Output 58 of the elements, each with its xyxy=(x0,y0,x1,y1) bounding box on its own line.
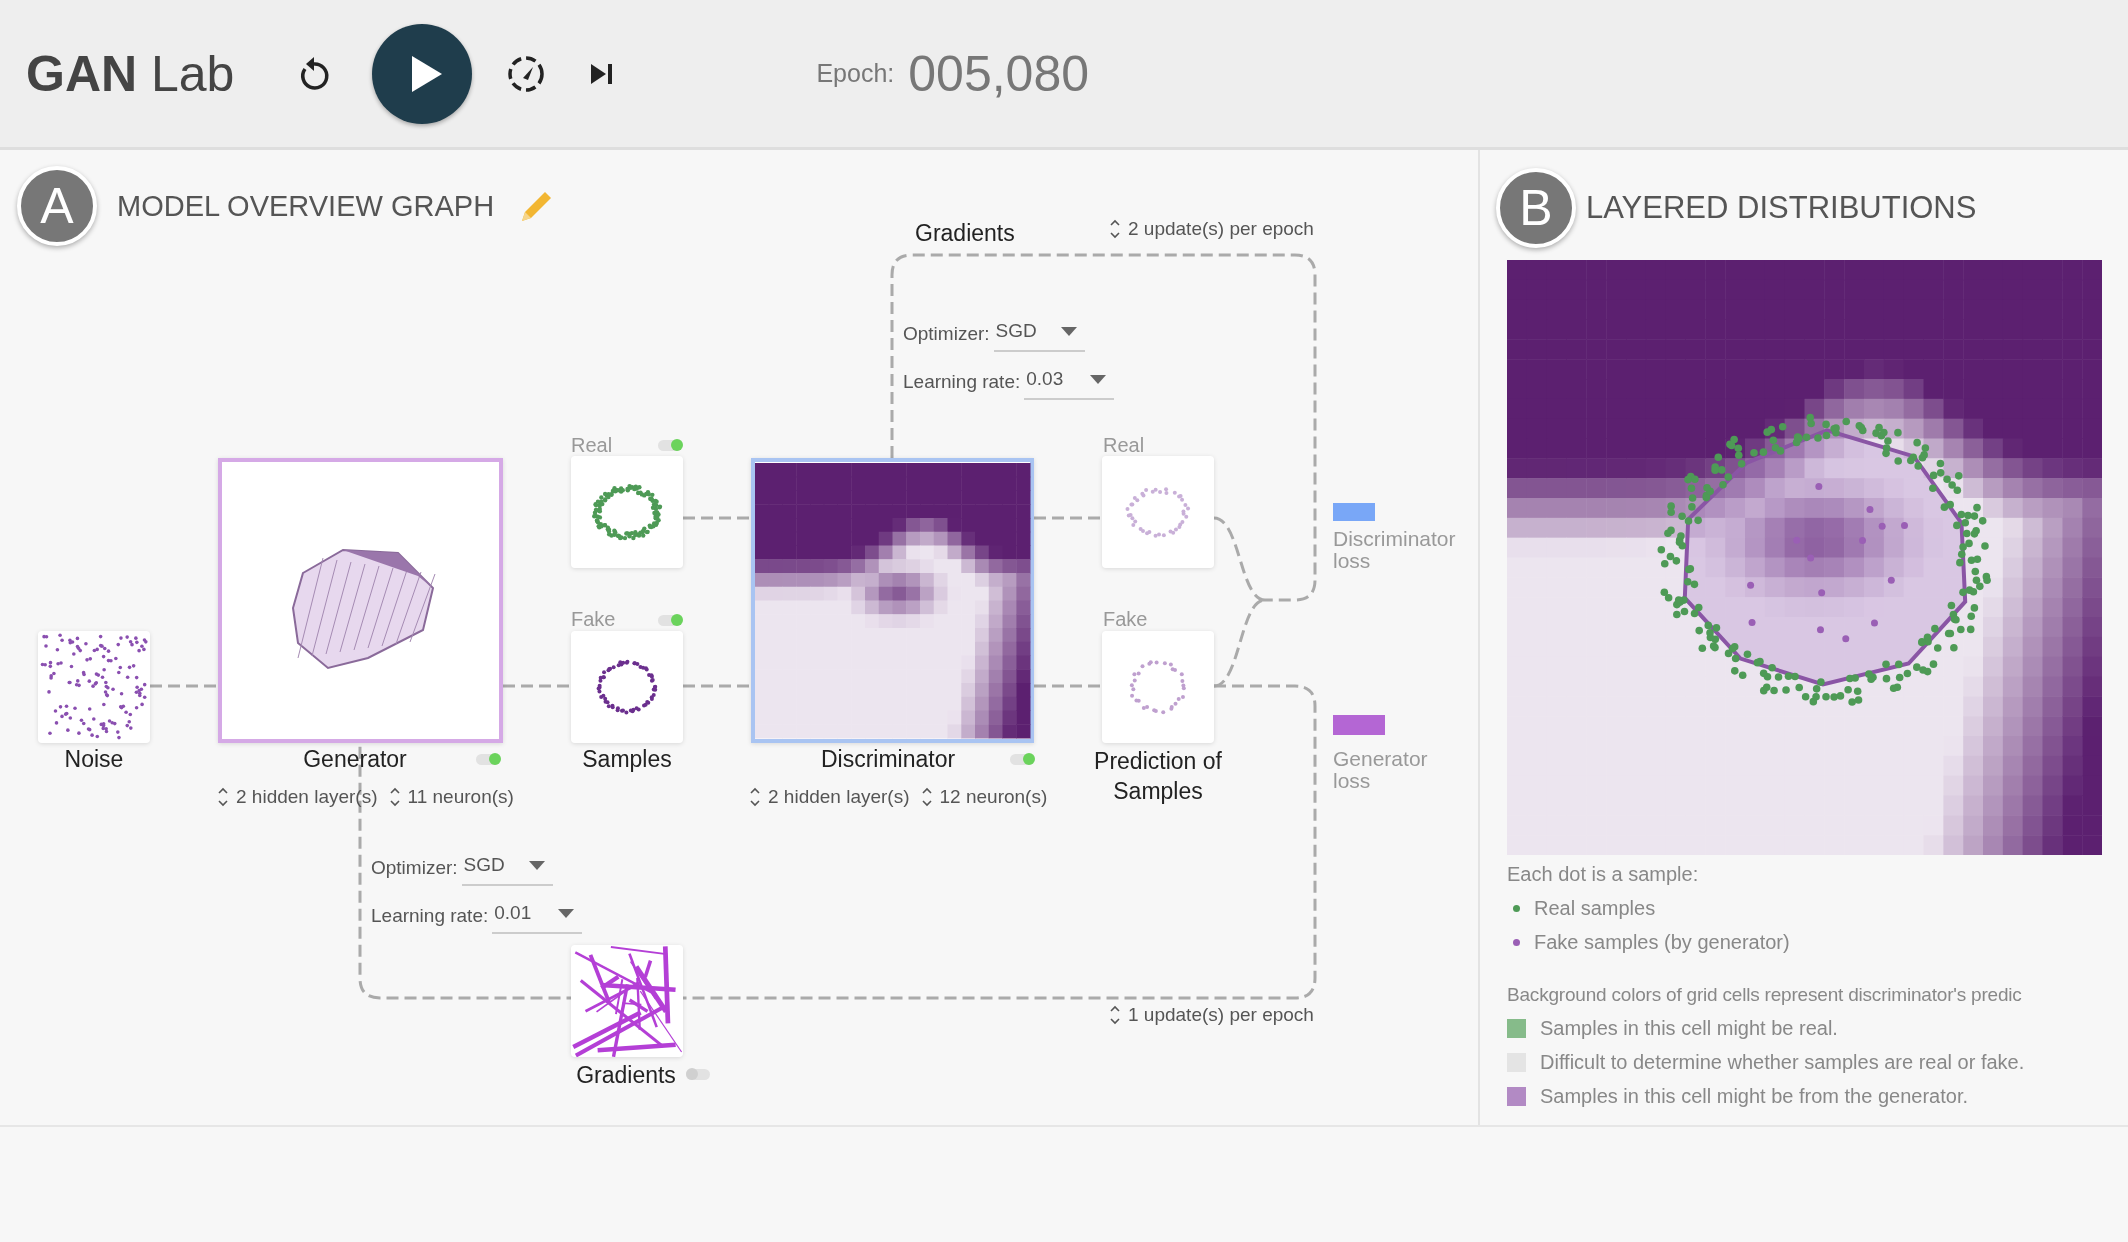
node-label: Prediction of Samples xyxy=(1093,747,1223,806)
gradients-title: Gradients xyxy=(915,220,1015,247)
caret-icon xyxy=(1060,326,1077,336)
learning-rate-label: Learning rate: xyxy=(903,371,1021,393)
hidden-layers-count: 2 hidden layer(s) xyxy=(768,786,910,808)
neuron-count: 11 neuron(s) xyxy=(407,786,514,808)
legend-label: Difficult to determine whether samples are real or fake. xyxy=(1540,1051,2025,1074)
optimizer-label: Optimizer: xyxy=(371,857,458,879)
real-caption: Real xyxy=(1103,434,1145,457)
node-label: Noise xyxy=(64,746,124,773)
up-down-icon[interactable] xyxy=(1109,218,1121,240)
node-label: Discriminator xyxy=(820,746,956,773)
dashed-gauge-icon[interactable] xyxy=(506,53,547,94)
up-down-icon[interactable] xyxy=(920,786,933,808)
legend-label: Samples in this cell might be from the generator. xyxy=(1540,1085,1968,1108)
toggle-switch[interactable] xyxy=(1010,754,1034,765)
legend-label: Samples in this cell might be real. xyxy=(1540,1017,1838,1040)
legend-label: Fake samples (by generator) xyxy=(1534,931,1790,954)
dropdown[interactable]: SGD xyxy=(993,316,1085,352)
legend-label: Real samples xyxy=(1534,897,1656,920)
up-down-icon[interactable] xyxy=(388,786,401,808)
discriminator-heatmap-drawing[interactable] xyxy=(751,458,1034,743)
update-count: 1 update(s) per epoch xyxy=(1128,1004,1314,1026)
dropdown[interactable]: SGD xyxy=(461,850,553,886)
epoch-counter: 005,080 xyxy=(908,44,1090,103)
up-down-icon[interactable] xyxy=(749,786,761,808)
toggle-switch[interactable] xyxy=(686,1069,710,1080)
optimizer-label: Optimizer: xyxy=(903,323,990,345)
node-label: Gradients xyxy=(576,1062,676,1089)
loss-label: Discriminator loss xyxy=(1333,528,1457,572)
hidden-layers-count: 2 hidden layer(s) xyxy=(236,786,378,808)
dropdown[interactable]: 0.01 xyxy=(492,898,583,934)
legend-heading: Each dot is a sample: xyxy=(1507,863,1700,886)
section-title: MODEL OVERVIEW GRAPH xyxy=(117,189,495,223)
caret-icon xyxy=(528,860,545,870)
section-title: LAYERED DISTRIBUTIONS xyxy=(1586,190,1977,226)
caret-icon xyxy=(1090,374,1107,384)
update-count: 2 update(s) per epoch xyxy=(1128,218,1314,240)
learning-rate-label: Learning rate: xyxy=(371,905,489,927)
toggle-switch[interactable] xyxy=(658,615,682,626)
node-label: Samples xyxy=(582,746,672,773)
legend-heading: Background colors of grid cells represent discriminator's predic xyxy=(1507,984,2023,1006)
toggle-switch[interactable] xyxy=(658,440,682,451)
fake-caption: Fake xyxy=(571,608,616,631)
toggle-switch[interactable] xyxy=(476,754,500,765)
up-down-icon[interactable] xyxy=(217,786,229,808)
section-badge: B xyxy=(1496,168,1576,248)
epoch-label: Epoch: xyxy=(816,59,895,88)
up-down-icon[interactable] xyxy=(1109,1004,1121,1026)
loss-label: Generator loss xyxy=(1333,748,1429,792)
node-label: Generator xyxy=(303,746,407,773)
dropdown[interactable]: 0.03 xyxy=(1024,364,1115,400)
caret-icon xyxy=(558,908,575,918)
real-caption: Real xyxy=(571,434,613,457)
section-badge: A xyxy=(17,166,97,246)
fake-caption: Fake xyxy=(1103,608,1148,631)
neuron-count: 12 neuron(s) xyxy=(939,786,1048,808)
app-title: GAN Lab xyxy=(26,44,235,103)
